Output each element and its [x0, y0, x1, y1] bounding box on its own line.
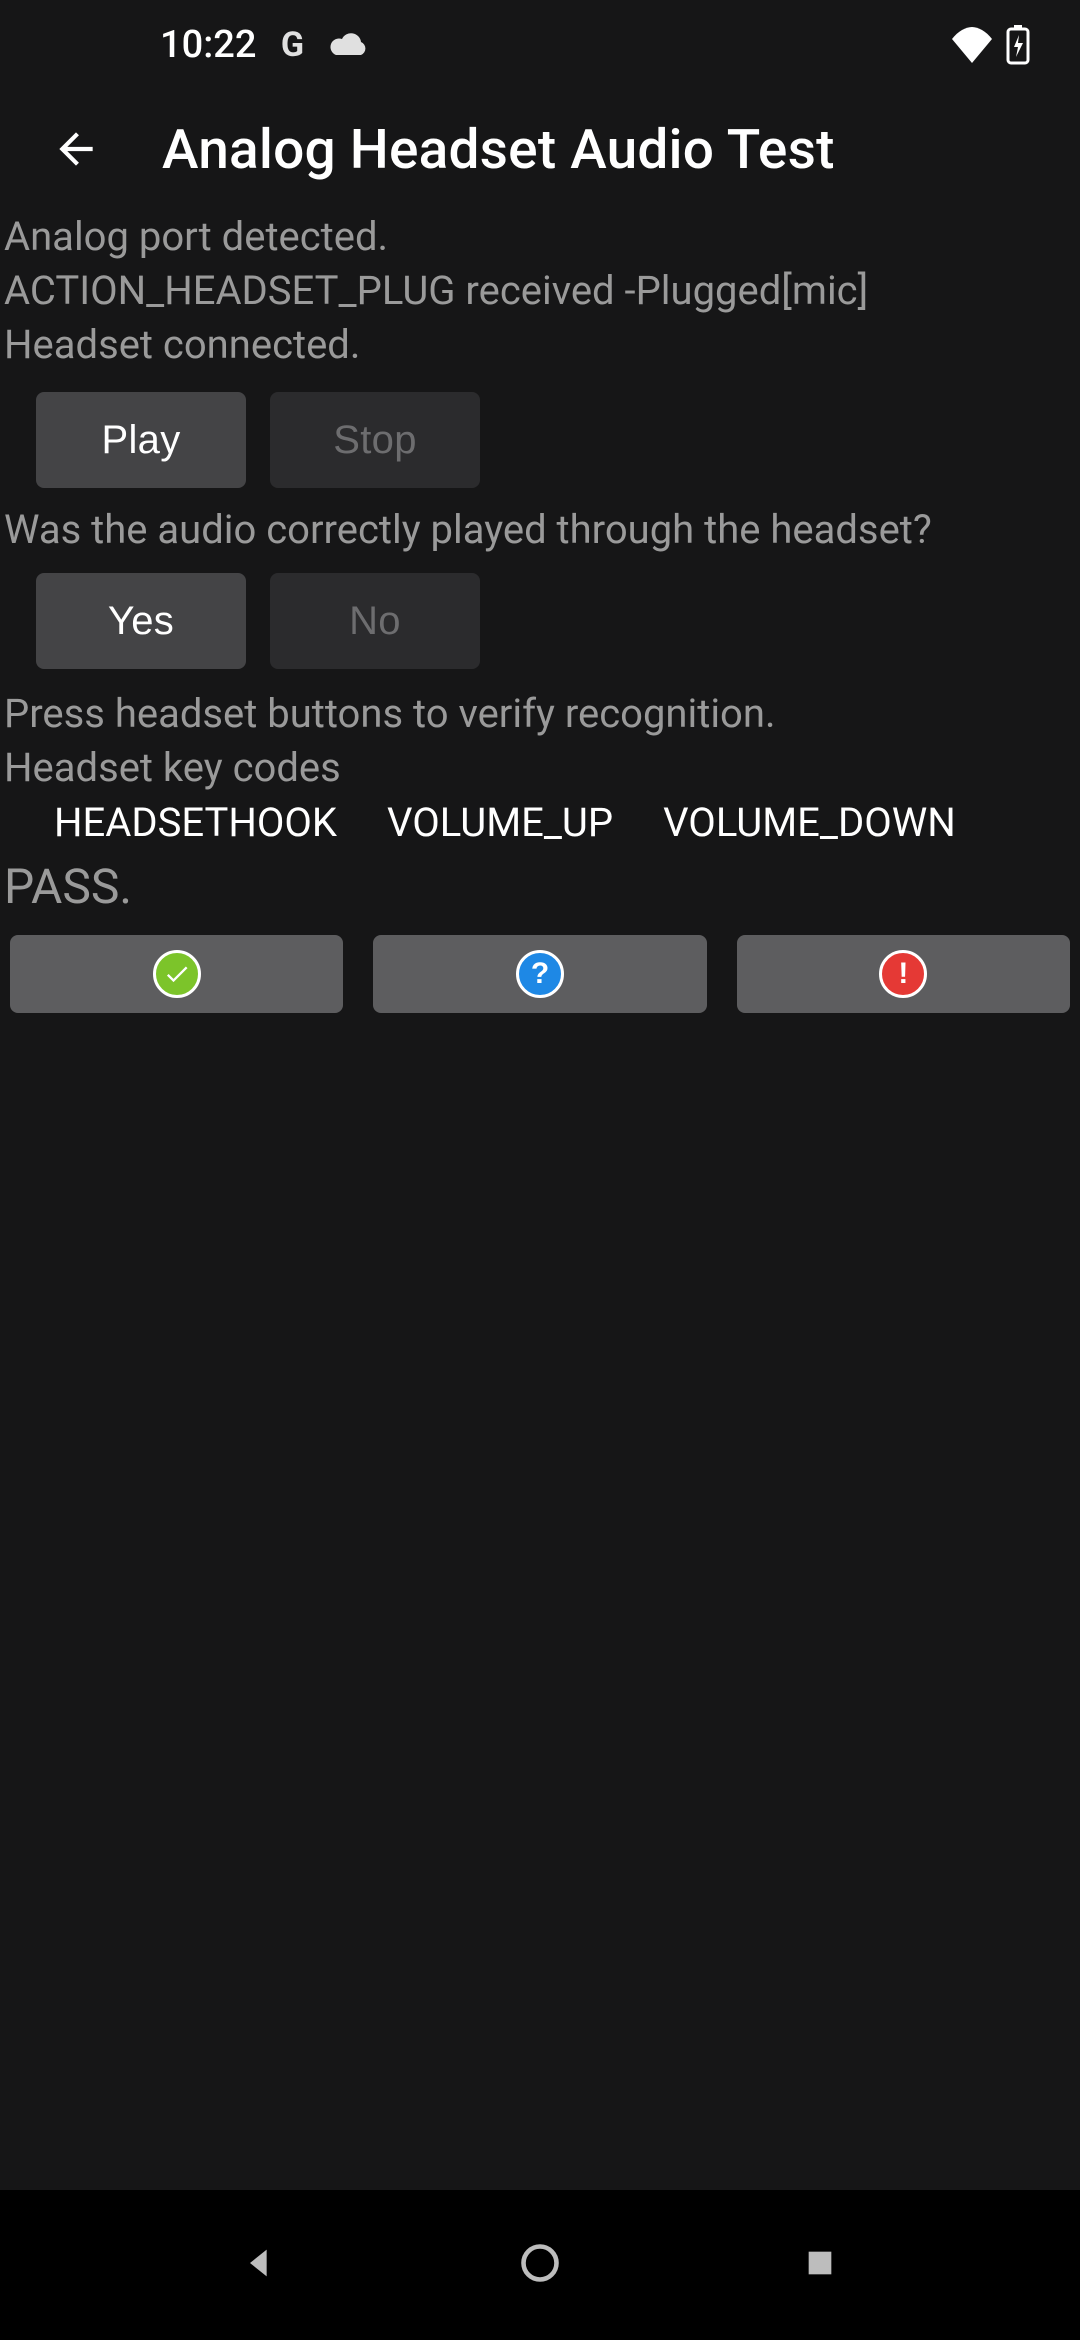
answer-button-row: Yes No	[0, 561, 1080, 681]
detection-status: Analog port detected. ACTION_HEADSET_PLU…	[0, 210, 1080, 372]
detection-line-2: ACTION_HEADSET_PLUG received -Plugged[mi…	[4, 264, 1076, 318]
content: Analog port detected. ACTION_HEADSET_PLU…	[0, 210, 1080, 2340]
wifi-icon	[950, 27, 994, 63]
google-icon: G	[274, 27, 310, 63]
arrow-left-icon	[51, 124, 101, 177]
circle-icon	[518, 2241, 562, 2289]
back-button[interactable]	[40, 114, 112, 186]
page-title: Analog Headset Audio Test	[162, 118, 835, 182]
detection-line-3: Headset connected.	[4, 318, 1076, 372]
nav-back-button[interactable]	[220, 2225, 300, 2305]
play-button[interactable]: Play	[36, 392, 246, 488]
app-bar: Analog Headset Audio Test	[0, 90, 1080, 210]
key-code-volume-up: VOLUME_UP	[387, 799, 613, 846]
info-button[interactable]: ?	[373, 935, 706, 1013]
key-code-headsethook: HEADSETHOOK	[54, 799, 337, 846]
cloud-icon	[328, 31, 370, 59]
status-right	[950, 25, 1030, 65]
fail-button[interactable]: !	[737, 935, 1070, 1013]
key-code-volume-down: VOLUME_DOWN	[663, 799, 956, 846]
status-time: 10:22	[160, 23, 256, 67]
instruction-line-1: Press headset buttons to verify recognit…	[4, 687, 1076, 741]
status-left: 10:22 G	[0, 23, 370, 67]
pass-button[interactable]	[10, 935, 343, 1013]
audio-question: Was the audio correctly played through t…	[0, 506, 1080, 553]
result-button-row: ? !	[0, 915, 1080, 1013]
detection-line-1: Analog port detected.	[4, 210, 1076, 264]
stop-button: Stop	[270, 392, 480, 488]
check-icon	[153, 950, 201, 998]
instructions: Press headset buttons to verify recognit…	[0, 687, 1080, 795]
exclamation-icon: !	[879, 950, 927, 998]
question-icon: ?	[516, 950, 564, 998]
playback-button-row: Play Stop	[0, 380, 1080, 500]
key-codes-row: HEADSETHOOK VOLUME_UP VOLUME_DOWN	[0, 795, 1080, 846]
test-result: PASS.	[0, 846, 1080, 915]
triangle-left-icon	[240, 2243, 280, 2287]
nav-recents-button[interactable]	[780, 2225, 860, 2305]
yes-button[interactable]: Yes	[36, 573, 246, 669]
no-button: No	[270, 573, 480, 669]
instruction-line-2: Headset key codes	[4, 741, 1076, 795]
square-icon	[803, 2246, 837, 2284]
system-nav-bar	[0, 2190, 1080, 2340]
battery-charging-icon	[1006, 25, 1030, 65]
status-bar: 10:22 G	[0, 0, 1080, 90]
nav-home-button[interactable]	[500, 2225, 580, 2305]
